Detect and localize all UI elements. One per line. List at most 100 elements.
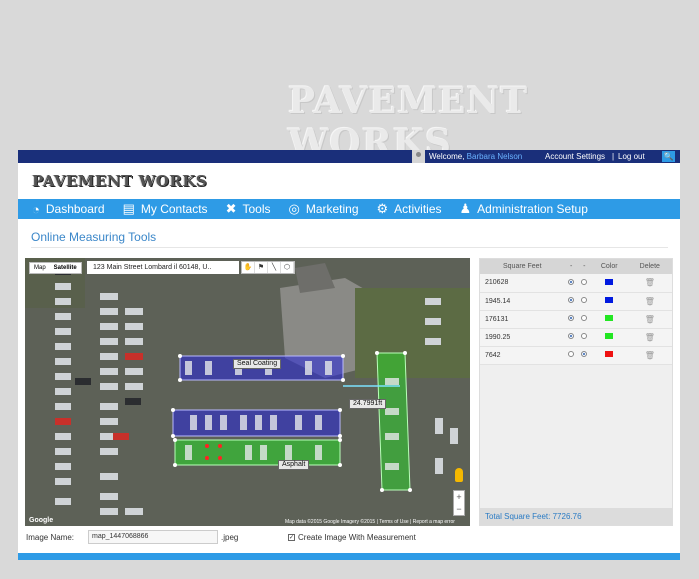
contacts-icon: ▤ (122, 201, 135, 216)
nav-administration-setup[interactable]: ♟ Administration Setup (460, 201, 588, 217)
satellite-map[interactable]: Map Satellite 123 Main Street Lombard il… (25, 258, 470, 526)
color-cell (590, 310, 628, 329)
nav-label: Administration Setup (477, 202, 588, 216)
color-swatch[interactable] (605, 278, 614, 285)
app-window: Welcome, Barbara Nelson Account Settings… (18, 150, 680, 560)
trash-icon[interactable]: 🗑 (645, 297, 655, 306)
radio-button[interactable] (568, 333, 575, 339)
welcome-label: Welcome, (429, 152, 465, 161)
image-name-input[interactable]: map_1447068866 (88, 530, 218, 544)
nav-dashboard[interactable]: ◔ Dashboard (32, 202, 105, 217)
brand-row: PAVEMENT WORKS (18, 163, 680, 199)
radio-button[interactable] (581, 315, 588, 321)
col-square-feet: Square Feet (480, 259, 565, 274)
col-delete: Delete (627, 259, 672, 274)
create-image-label: Create Image With Measurement (298, 533, 416, 542)
google-logo: Google (29, 517, 54, 524)
gear-icon: ⚙ (376, 201, 389, 216)
nav-tools[interactable]: ✖ Tools (226, 201, 271, 217)
line-icon[interactable]: ╲ (268, 262, 281, 273)
nav-marketing[interactable]: ◎ Marketing (288, 201, 358, 217)
hand-icon[interactable]: ✋ (242, 262, 255, 273)
radio-button[interactable] (568, 351, 575, 357)
nav-my-contacts[interactable]: ▤ My Contacts (123, 201, 208, 217)
bottom-bar (18, 553, 680, 560)
asphalt-label: Asphalt (278, 460, 310, 470)
radio-cell (564, 346, 578, 365)
radio-cell (564, 310, 578, 329)
logo[interactable]: PAVEMENT WORKS (32, 172, 207, 190)
search-button[interactable]: 🔍 (662, 151, 675, 162)
radio-cell (577, 274, 591, 293)
marker-icon[interactable]: ⚑ (255, 262, 268, 273)
address-search-input[interactable]: 123 Main Street Lombard il 60148, U.. (87, 261, 239, 274)
radio-cell (577, 346, 591, 365)
total-square-feet: Total Square Feet: 7726.76 (480, 508, 672, 525)
nav-activities[interactable]: ⚙ Activities (377, 201, 442, 217)
checkbox-icon[interactable]: ✓ (288, 534, 295, 541)
color-cell (590, 328, 628, 347)
map-type-map[interactable]: Map (30, 263, 50, 273)
tools-icon: ✖ (225, 201, 237, 216)
map-attribution[interactable]: Map data ©2015 Google Imagery ©2015 | Te… (285, 519, 455, 525)
main-nav: ◔ Dashboard ▤ My Contacts ✖ Tools ◎ Marketin… (18, 199, 680, 219)
image-name-label: Image Name: (26, 533, 75, 542)
page-title: Online Measuring Tools (31, 230, 157, 244)
seal-coating-label: Seal Coating (233, 359, 282, 369)
color-cell (590, 346, 628, 365)
radio-button[interactable] (581, 278, 588, 285)
trash-icon[interactable]: 🗑 (645, 333, 655, 342)
zoom-in-button[interactable]: + (454, 491, 464, 503)
square-feet-cell: 210628 (480, 274, 565, 293)
zoom-control: + − (453, 490, 465, 516)
measurements-table: Square Feet - - Color Delete 210628 🗑 1945… (480, 259, 672, 365)
admin-icon: ♟ (459, 201, 472, 216)
total-label: Total Square Feet: (485, 512, 551, 521)
pegman-icon[interactable] (455, 468, 463, 482)
create-image-checkbox[interactable]: ✓ Create Image With Measurement (288, 533, 416, 542)
nav-label: Activities (394, 202, 442, 216)
total-value: 7726.76 (552, 512, 582, 521)
radio-button[interactable] (568, 315, 575, 321)
divider (31, 247, 668, 248)
username[interactable]: Barbara Nelson (467, 152, 523, 161)
radio-button[interactable] (568, 297, 575, 303)
search-icon: 🔍 (663, 152, 674, 161)
measurement-label: 24.7991ft (349, 399, 387, 409)
radio-button[interactable] (581, 297, 588, 303)
radio-cell (564, 328, 578, 347)
account-settings-link[interactable]: Account Settings (545, 152, 605, 161)
radio-button[interactable] (581, 351, 588, 357)
radio-cell (577, 328, 591, 347)
table-row: 1945.14 🗑 (480, 292, 672, 311)
trash-icon[interactable]: 🗑 (645, 315, 655, 324)
zoom-out-button[interactable]: − (454, 503, 464, 515)
measurements-panel: Square Feet - - Color Delete 210628 🗑 1945… (479, 258, 673, 526)
color-swatch[interactable] (605, 297, 614, 303)
trash-icon[interactable]: 🗑 (645, 278, 655, 287)
delete-cell: 🗑 (627, 274, 672, 293)
col-radio-1: - (564, 259, 578, 274)
radio-cell (577, 310, 591, 329)
drawing-toolbar: ✋ ⚑ ╲ ⬡ (241, 261, 295, 274)
delete-cell: 🗑 (627, 292, 672, 311)
square-feet-cell: 7642 (480, 346, 565, 365)
nav-label: Tools (242, 202, 271, 216)
radio-button[interactable] (568, 278, 575, 285)
radio-cell (564, 292, 578, 311)
square-feet-cell: 176131 (480, 310, 565, 329)
radio-button[interactable] (581, 333, 588, 339)
logout-link[interactable]: Log out (618, 152, 645, 161)
welcome-text: Welcome, Barbara Nelson (429, 152, 522, 161)
polygon-icon[interactable]: ⬡ (281, 262, 294, 273)
map-type-satellite[interactable]: Satellite (50, 263, 81, 273)
color-swatch[interactable] (605, 315, 614, 321)
trash-icon[interactable]: 🗑 (645, 351, 655, 360)
table-row: 1990.25 🗑 (480, 328, 672, 347)
color-swatch[interactable] (605, 333, 614, 339)
map-type-toggle: Map Satellite (29, 262, 82, 274)
col-color: Color (590, 259, 628, 274)
map-imagery (25, 258, 470, 526)
color-swatch[interactable] (605, 351, 614, 357)
grass-area (355, 288, 470, 378)
